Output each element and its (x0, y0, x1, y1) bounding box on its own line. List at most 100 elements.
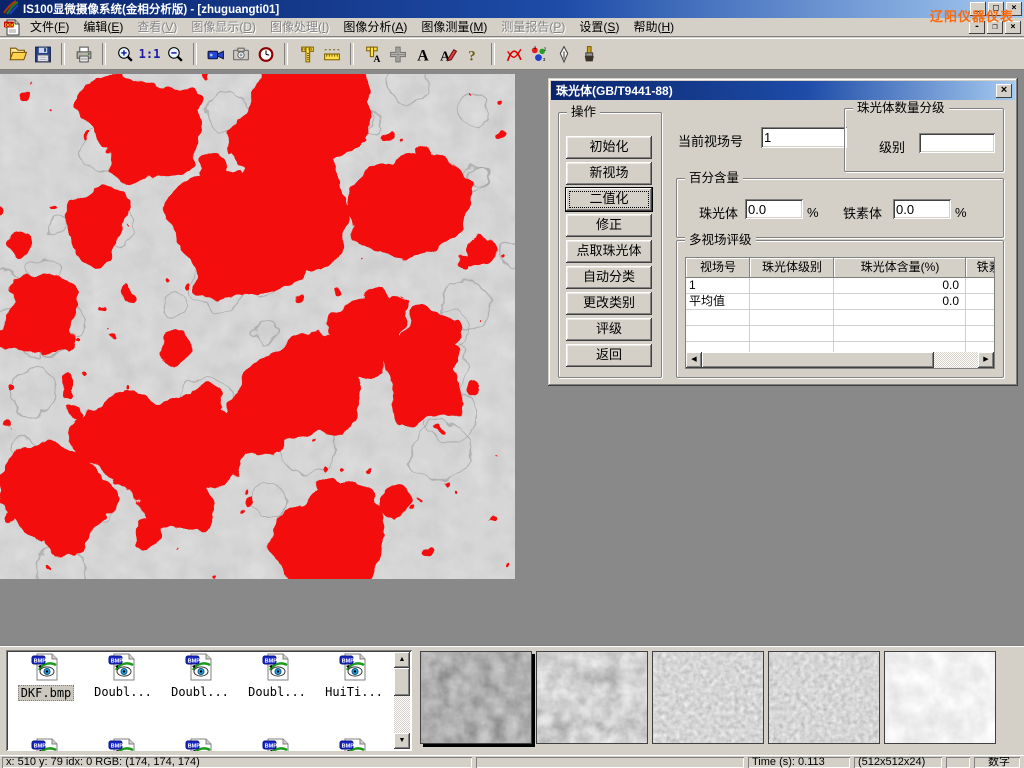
file-item-partial[interactable]: BMP (9, 738, 83, 751)
binarize-button[interactable]: 二值化 (566, 188, 652, 211)
file-item-partial[interactable]: BMP (86, 738, 160, 751)
table-horizontal-scrollbar[interactable]: ◀ ▶ (686, 352, 994, 368)
bmp-file-icon: BMP (339, 653, 369, 681)
sample-thumbnail-1[interactable] (420, 651, 532, 744)
table-row[interactable]: 10.0 (686, 278, 994, 294)
sample-thumbnail-4[interactable] (768, 651, 880, 744)
file-scroll-up-button[interactable]: ▲ (394, 652, 410, 668)
annotate-button[interactable]: A (435, 41, 460, 67)
dialog-title-bar[interactable]: 珠光体(GB/T9441-88) × (551, 81, 1015, 100)
change-class-button[interactable]: 更改类别 (566, 292, 652, 315)
menu-item-s[interactable]: 设置(S) (572, 16, 626, 38)
measure-text-icon: A (363, 45, 383, 64)
column-header[interactable]: 珠光体级别 (750, 258, 834, 278)
measure-text-button[interactable]: A (360, 41, 385, 67)
svg-text:2: 2 (543, 46, 546, 52)
video-capture-icon (206, 45, 226, 64)
pearlite-percent-input[interactable] (745, 199, 803, 219)
svg-text:BMP: BMP (342, 743, 355, 749)
table-cell (686, 310, 750, 326)
file-item-partial[interactable]: BMP (240, 738, 314, 751)
menu-item-f[interactable]: 文件(F) (23, 16, 76, 38)
table-row[interactable] (686, 310, 994, 326)
timer-button[interactable] (253, 41, 278, 67)
svg-text:DOC: DOC (5, 22, 16, 27)
dialog-close-button[interactable]: × (996, 84, 1012, 98)
save-file-button[interactable] (30, 41, 55, 67)
zoom-in-button[interactable] (112, 41, 137, 67)
sample-thumbnail-5[interactable] (884, 651, 996, 744)
svg-text:BMP: BMP (34, 743, 47, 749)
sample-thumbnail-3[interactable] (652, 651, 764, 744)
ferrite-percent-input[interactable] (893, 199, 951, 219)
pick-pearlite-button[interactable]: 点取珠光体 (566, 240, 652, 263)
sample-thumbnail-2[interactable] (536, 651, 648, 744)
file-item[interactable]: BMPDoubl... (86, 653, 160, 699)
table-cell (834, 310, 966, 326)
menu-item-v[interactable]: 查看(V) (130, 16, 184, 38)
menu-item-a[interactable]: 图像分析(A) (336, 16, 414, 38)
status-position: x: 510 y: 79 idx: 0 RGB: (174, 174, 174) (2, 757, 472, 768)
file-scrollbar-thumb[interactable] (394, 668, 410, 696)
bmp-file-icon: BMP (31, 738, 61, 751)
menu-item-e[interactable]: 编辑(E) (76, 16, 130, 38)
pearlite-label: 珠光体 (699, 203, 738, 222)
operation-group: 操作 初始化新视场二值化修正点取珠光体自动分类更改类别评级返回 (558, 112, 662, 378)
table-cell (686, 326, 750, 342)
file-name: HuiTi... (317, 684, 391, 699)
svg-text:?: ? (468, 48, 475, 64)
scroll-right-button[interactable]: ▶ (978, 352, 994, 368)
video-capture-button[interactable] (203, 41, 228, 67)
file-list-scrollbar[interactable]: ▲ ▼ (394, 652, 410, 749)
file-scroll-down-button[interactable]: ▼ (394, 733, 410, 749)
scroll-left-button[interactable]: ◀ (686, 352, 702, 368)
status-bar: x: 510 y: 79 idx: 0 RGB: (174, 174, 174)… (0, 755, 1024, 768)
menu-item-d[interactable]: 图像显示(D) (184, 16, 263, 38)
table-cell: 0.0 (834, 278, 966, 294)
modify-button[interactable]: 修正 (566, 214, 652, 237)
return-button[interactable]: 返回 (566, 344, 652, 367)
print-button[interactable] (71, 41, 96, 67)
actual-size-button[interactable]: 1:1 (137, 41, 162, 67)
grade-input[interactable] (919, 133, 995, 153)
pen-button[interactable] (551, 41, 576, 67)
help-icon: ? (463, 45, 483, 64)
table-row[interactable]: 平均值0.0 (686, 294, 994, 310)
initialize-button[interactable]: 初始化 (566, 136, 652, 159)
scrollbar-thumb[interactable] (702, 352, 934, 368)
zoom-out-button[interactable] (162, 41, 187, 67)
file-item[interactable]: BMPDoubl... (163, 653, 237, 699)
file-item-partial[interactable]: BMP (163, 738, 237, 751)
brush-button[interactable] (576, 41, 601, 67)
column-header[interactable]: 铁素体含量(%) (966, 258, 995, 278)
file-item[interactable]: BMPDoubl... (240, 653, 314, 699)
application-window: IS100显微摄像系统(金相分析版) - [zhuguangti01] _ □ … (0, 0, 1024, 768)
classify-button[interactable]: 123 (526, 41, 551, 67)
table-row[interactable] (686, 326, 994, 342)
menu-item-p[interactable]: 测量报告(P) (494, 16, 572, 38)
menu-item-m[interactable]: 图像测量(M) (414, 16, 494, 38)
file-item[interactable]: BMPDKF.bmp (9, 653, 83, 701)
current-field-input[interactable] (761, 127, 847, 148)
file-item[interactable]: BMP HuiTi... (317, 653, 391, 699)
help-button[interactable]: ? (460, 41, 485, 67)
auto-classify-button[interactable]: 自动分类 (566, 266, 652, 289)
ruler-button[interactable] (319, 41, 344, 67)
column-header[interactable]: 视场号 (686, 258, 750, 278)
curve-tool-button[interactable] (501, 41, 526, 67)
print-icon (74, 45, 94, 64)
caliper-button[interactable] (294, 41, 319, 67)
metallographic-image[interactable] (0, 74, 515, 579)
menu-item-i[interactable]: 图像处理(I) (263, 16, 336, 38)
rate-button[interactable]: 评级 (566, 318, 652, 341)
open-file-button[interactable] (5, 41, 30, 67)
menu-item-h[interactable]: 帮助(H) (626, 16, 681, 38)
snapshot-button[interactable] (228, 41, 253, 67)
text-label-button[interactable]: A (410, 41, 435, 67)
pattern-grid-button[interactable] (385, 41, 410, 67)
column-header[interactable]: 珠光体含量(%) (834, 258, 966, 278)
new-field-button[interactable]: 新视场 (566, 162, 652, 185)
multi-field-rating-label: 多视场评级 (685, 233, 756, 247)
file-item-partial[interactable]: BMP (317, 738, 391, 751)
document-icon[interactable]: DOC (3, 19, 21, 36)
